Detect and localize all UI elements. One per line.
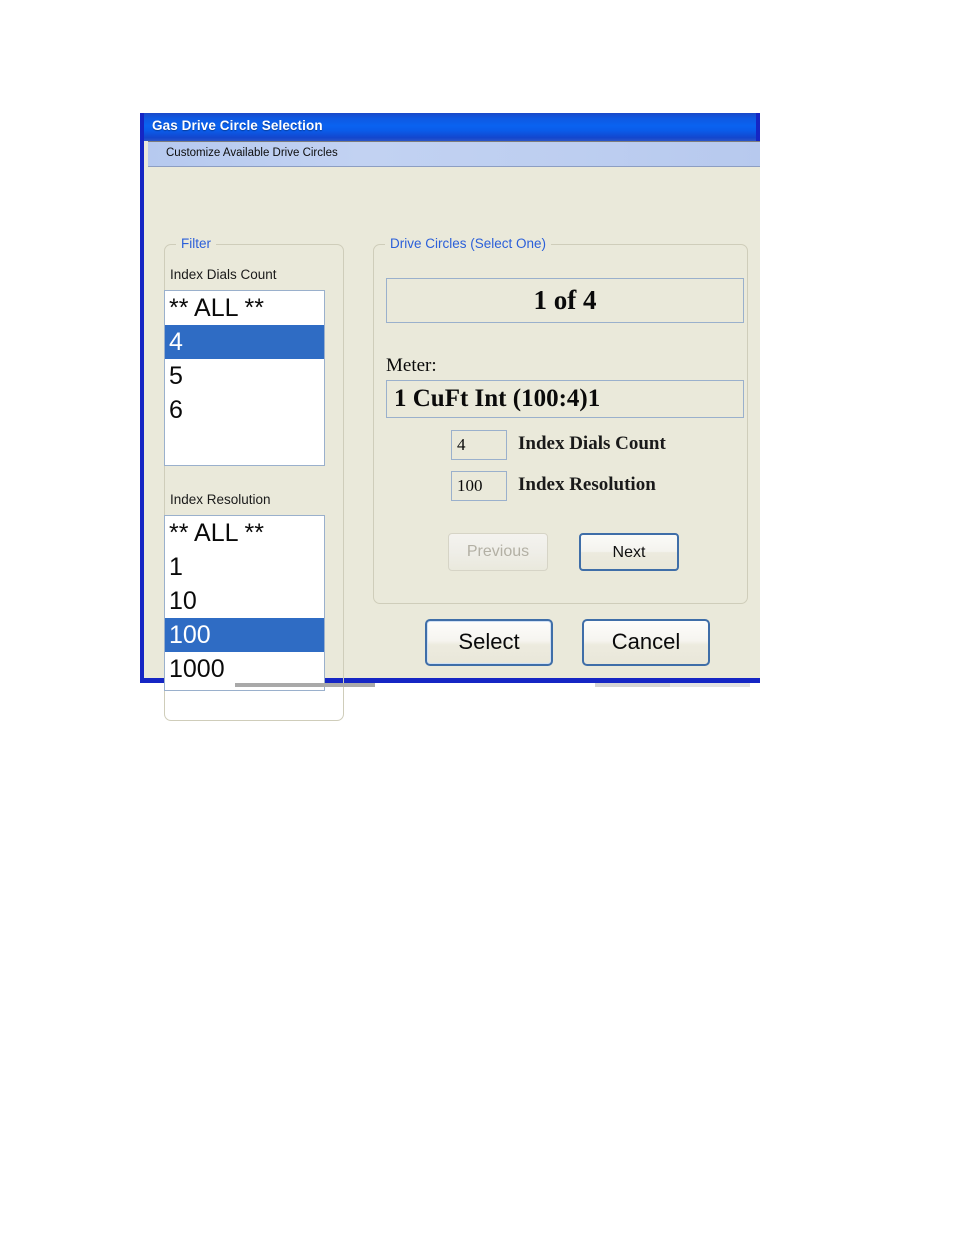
index-dials-count-listbox[interactable]: ** ALL ** 4 5 6: [164, 290, 325, 466]
list-item[interactable]: ** ALL **: [165, 291, 324, 325]
background-sliver-right: [670, 683, 750, 687]
meter-value-display: 1 CuFt Int (100:4)1: [386, 380, 744, 418]
meter-label: Meter:: [386, 355, 437, 376]
next-button[interactable]: Next: [579, 533, 679, 571]
index-resolution-value: 100: [451, 471, 507, 501]
drive-circle-counter-display: 1 of 4: [386, 278, 744, 323]
list-item[interactable]: 100: [165, 618, 324, 652]
subheader-text: Customize Available Drive Circles: [166, 147, 338, 159]
index-dials-count-value: 4: [451, 430, 507, 460]
index-dials-count-caption: Index Dials Count: [518, 433, 666, 454]
select-button[interactable]: Select: [425, 619, 553, 666]
list-item[interactable]: 5: [165, 359, 324, 393]
dialog-client-area: Filter Index Dials Count ** ALL ** 4 5 6…: [148, 167, 760, 721]
window-title: Gas Drive Circle Selection: [152, 118, 323, 133]
list-item[interactable]: ** ALL **: [165, 516, 324, 550]
list-item[interactable]: 6: [165, 393, 324, 427]
title-bar[interactable]: Gas Drive Circle Selection: [144, 113, 756, 141]
drive-circles-group-legend: Drive Circles (Select One): [385, 236, 552, 251]
gas-drive-circle-selection-dialog: Gas Drive Circle Selection Customize Ava…: [140, 113, 760, 721]
background-sliver-mid: [595, 683, 670, 687]
filter-group-legend: Filter: [176, 236, 216, 251]
background-sliver-left: [235, 683, 375, 687]
index-resolution-listbox[interactable]: ** ALL ** 1 10 100 1000: [164, 515, 325, 691]
list-item[interactable]: 1: [165, 550, 324, 584]
background-window-sliver: [140, 683, 760, 688]
previous-button: Previous: [448, 533, 548, 571]
list-item[interactable]: 4: [165, 325, 324, 359]
list-item[interactable]: 10: [165, 584, 324, 618]
index-resolution-caption: Index Resolution: [518, 474, 656, 495]
cancel-button[interactable]: Cancel: [582, 619, 710, 666]
subheader-band: Customize Available Drive Circles: [148, 141, 760, 167]
index-dials-count-label: Index Dials Count: [170, 267, 277, 282]
list-item[interactable]: 1000: [165, 652, 324, 686]
index-resolution-label: Index Resolution: [170, 492, 271, 507]
